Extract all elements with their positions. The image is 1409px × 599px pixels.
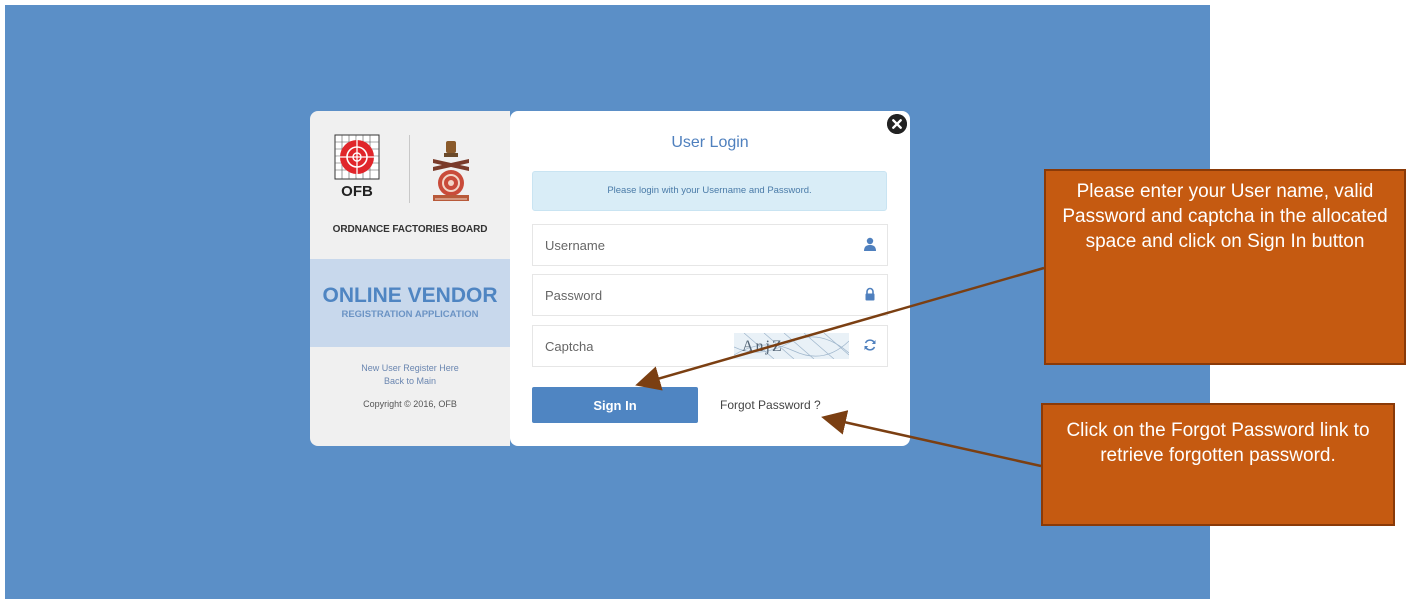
- ofb-logo-text: OFB: [341, 183, 373, 199]
- lock-icon: [865, 287, 875, 301]
- captcha-image: AnjZ: [734, 333, 849, 359]
- captcha-text: AnjZ: [742, 338, 784, 355]
- forgot-instruction-callout: Click on the Forgot Password link to ret…: [1041, 403, 1395, 526]
- copyright-text: Copyright © 2016, OFB: [363, 399, 457, 409]
- branding-panel: OFB ORDNANCE FACTORIES BOARD ONLINE VEND…: [310, 111, 510, 446]
- captcha-input[interactable]: [533, 326, 725, 366]
- username-input[interactable]: [533, 225, 845, 265]
- logo-divider: [409, 135, 410, 203]
- captcha-field: AnjZ: [532, 325, 888, 367]
- login-title: User Login: [671, 134, 749, 151]
- app-title: ONLINE VENDOR: [322, 284, 498, 307]
- login-modal: OFB ORDNANCE FACTORIES BOARD ONLINE VEND…: [310, 111, 910, 446]
- refresh-icon[interactable]: [863, 338, 877, 352]
- sign-in-button[interactable]: Sign In: [532, 387, 698, 423]
- username-field: [532, 224, 888, 266]
- ofb-logo: OFB: [334, 134, 380, 199]
- login-panel: User Login Please login with your Userna…: [510, 111, 910, 446]
- logo-row: OFB: [310, 133, 510, 215]
- user-icon: [864, 237, 876, 251]
- vendor-band: ONLINE VENDOR REGISTRATION APPLICATION: [310, 259, 510, 347]
- password-input[interactable]: [533, 275, 845, 315]
- info-message: Please login with your Username and Pass…: [532, 171, 887, 211]
- forgot-password-link[interactable]: Forgot Password ?: [720, 398, 821, 412]
- national-emblem: [433, 141, 469, 201]
- board-name: ORDNANCE FACTORIES BOARD: [332, 224, 488, 235]
- close-icon[interactable]: [887, 114, 907, 134]
- back-to-main-link[interactable]: Back to Main: [310, 376, 510, 386]
- signin-instruction-callout: Please enter your User name, valid Passw…: [1044, 169, 1406, 365]
- password-field: [532, 274, 888, 316]
- register-link[interactable]: New User Register Here: [310, 363, 510, 373]
- app-subtitle: REGISTRATION APPLICATION: [341, 309, 479, 320]
